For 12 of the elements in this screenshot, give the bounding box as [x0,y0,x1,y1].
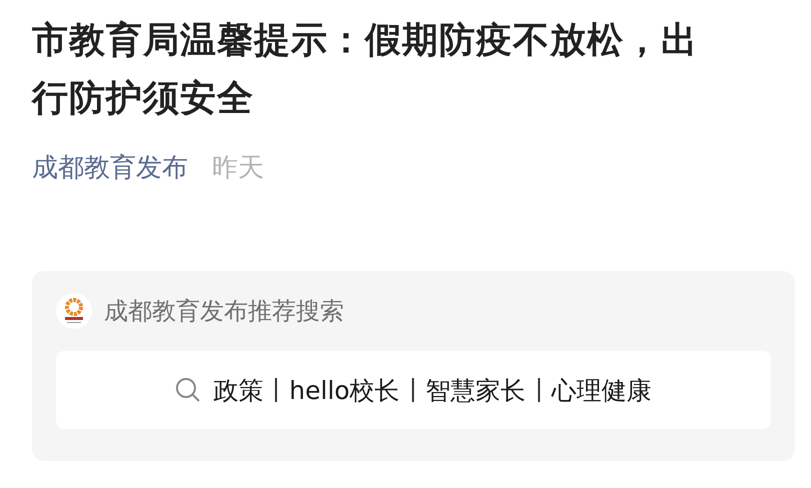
publish-time: 昨天 [212,152,264,185]
search-term[interactable]: 政策 [213,374,264,406]
search-icon [175,377,202,403]
logo-icon [56,293,92,329]
account-name: 成都教育发布 [104,296,248,327]
search-term[interactable]: 心理健康 [552,374,652,406]
author-link[interactable]: 成都教育发布 [32,150,188,185]
search-box[interactable]: 政策 hello校长 智慧家长 心理健康 [56,351,771,429]
article-title: 市教育局温馨提示：假期防疫不放松，出行防护须安全 [32,19,699,121]
search-term[interactable]: 智慧家长 [426,374,526,406]
search-term[interactable]: hello校长 [289,374,400,406]
recommend-label: 推荐搜索 [248,296,344,327]
